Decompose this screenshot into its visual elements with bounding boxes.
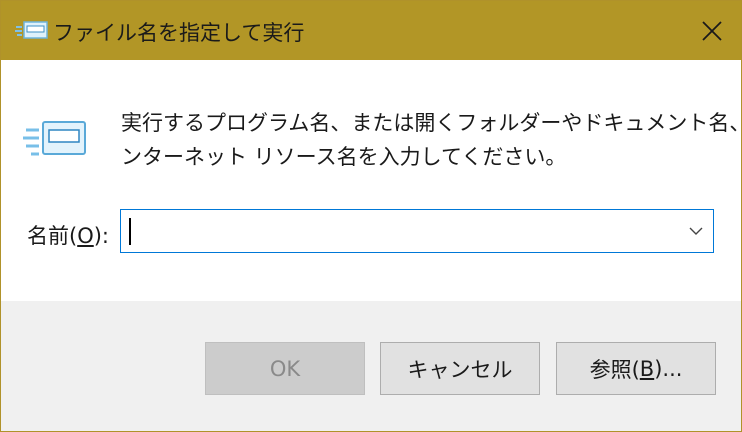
browse-label-accel: B: [639, 356, 655, 381]
ok-button[interactable]: OK: [205, 342, 365, 395]
description-text: 実行するプログラム名、または開くフォルダーやドキュメント名、イ ンターネット リ…: [121, 106, 742, 174]
chevron-down-icon: [689, 227, 703, 235]
dialog-body: 実行するプログラム名、または開くフォルダーやドキュメント名、イ ンターネット リ…: [1, 60, 742, 301]
cancel-button[interactable]: キャンセル: [380, 342, 540, 395]
name-combobox[interactable]: [120, 209, 714, 253]
run-icon: [15, 21, 48, 39]
description-line-1: 実行するプログラム名、または開くフォルダーやドキュメント名、イ: [121, 111, 742, 135]
window-title: ファイル名を指定して実行: [53, 21, 305, 45]
name-label: 名前(O):: [27, 220, 109, 250]
name-label-accel: O: [77, 224, 94, 248]
browse-label-prefix: 参照(: [589, 357, 640, 382]
text-caret: [129, 218, 131, 245]
name-input[interactable]: [123, 212, 685, 250]
combobox-dropdown-button[interactable]: [679, 210, 713, 252]
title-bar[interactable]: ファイル名を指定して実行: [1, 1, 741, 60]
description-line-2: ンターネット リソース名を入力してください。: [121, 145, 567, 169]
name-label-prefix: 名前(: [27, 224, 78, 248]
browse-button[interactable]: 参照(B)...: [556, 342, 716, 395]
run-dialog: ファイル名を指定して実行 実行するプログラム名、または開くフォルダーやドキュメン…: [0, 0, 742, 432]
browse-label-suffix: )...: [654, 356, 683, 381]
close-button[interactable]: [683, 1, 741, 60]
close-icon: [702, 20, 722, 41]
name-label-suffix: ):: [93, 224, 110, 248]
run-icon: [23, 121, 86, 156]
